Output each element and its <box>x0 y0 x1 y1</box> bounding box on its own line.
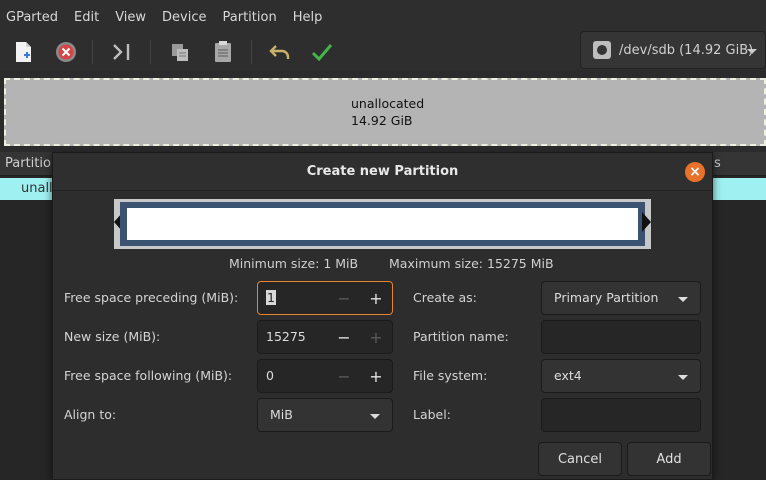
menu-help[interactable]: Help <box>293 10 323 25</box>
create-as-value: Primary Partition <box>554 290 659 305</box>
device-selector[interactable]: /dev/sdb (14.92 GiB) <box>580 31 766 69</box>
menu-view[interactable]: View <box>115 10 146 25</box>
toolbar-separator <box>150 40 151 64</box>
decrement-button[interactable]: − <box>330 284 358 312</box>
toolbar-separator <box>92 40 93 64</box>
free-following-spinbutton[interactable]: 0 − + <box>257 359 393 393</box>
apply-icon[interactable] <box>308 38 336 66</box>
add-button[interactable]: Add <box>627 442 711 476</box>
align-to-dropdown[interactable]: MiB <box>257 398 393 432</box>
delete-icon[interactable] <box>52 38 80 66</box>
align-to-value: MiB <box>270 407 293 422</box>
partition-name-input[interactable] <box>541 320 701 354</box>
file-system-label: File system: <box>413 368 488 383</box>
chevron-down-icon <box>747 49 757 54</box>
create-as-dropdown[interactable]: Primary Partition <box>541 281 701 315</box>
cancel-button[interactable]: Cancel <box>538 442 622 476</box>
free-following-label: Free space following (MiB): <box>64 368 233 383</box>
undo-icon[interactable] <box>266 38 294 66</box>
new-size-value[interactable]: 15275 <box>266 329 306 344</box>
create-partition-dialog: Create new Partition × Minimum size: 1 M… <box>52 152 713 480</box>
file-system-dropdown[interactable]: ext4 <box>541 359 701 393</box>
align-to-label: Align to: <box>64 407 117 422</box>
partition-resizer[interactable] <box>114 199 651 249</box>
row-partition-cell: unall <box>21 181 53 196</box>
menu-device[interactable]: Device <box>162 10 206 25</box>
new-size-label: New size (MiB): <box>64 329 161 344</box>
toolbar-separator <box>251 40 252 64</box>
chevron-down-icon <box>370 414 380 419</box>
partition-fill[interactable] <box>127 208 638 240</box>
copy-icon[interactable] <box>166 38 194 66</box>
free-preceding-spinbutton[interactable]: 1 − + <box>257 281 393 315</box>
close-button[interactable]: × <box>685 162 705 182</box>
resize-move-icon[interactable] <box>108 38 136 66</box>
new-size-spinbutton[interactable]: 15275 − + <box>257 320 393 354</box>
right-handle-icon[interactable] <box>642 212 651 232</box>
increment-button[interactable]: + <box>362 284 390 312</box>
chevron-down-icon <box>678 297 688 302</box>
column-header-partition[interactable]: Partitio <box>5 156 51 171</box>
menu-gparted[interactable]: GParted <box>6 10 58 25</box>
file-system-value: ext4 <box>554 368 582 383</box>
decrement-button[interactable]: − <box>330 362 358 390</box>
label-input[interactable] <box>541 398 701 432</box>
new-icon[interactable] <box>9 38 37 66</box>
free-preceding-label: Free space preceding (MiB): <box>64 290 239 305</box>
free-preceding-value[interactable]: 1 <box>266 290 276 305</box>
paste-icon[interactable] <box>209 38 237 66</box>
menu-edit[interactable]: Edit <box>74 10 99 25</box>
label-field-label: Label: <box>413 407 451 422</box>
drive-icon <box>593 41 611 59</box>
minimum-size-text: Minimum size: 1 MiB <box>229 256 359 271</box>
create-as-label: Create as: <box>413 290 477 305</box>
dialog-title: Create new Partition <box>53 153 712 191</box>
column-header-flags[interactable]: s <box>714 156 721 171</box>
free-following-value[interactable]: 0 <box>266 368 274 383</box>
chevron-down-icon <box>678 375 688 380</box>
partition-name-label: Partition name: <box>413 329 509 344</box>
close-icon: × <box>689 164 701 180</box>
partition-graph[interactable]: unallocated 14.92 GiB <box>4 78 766 146</box>
device-label: /dev/sdb (14.92 GiB) <box>619 42 754 58</box>
increment-button[interactable]: + <box>362 362 390 390</box>
graph-partition-label: unallocated <box>351 96 425 111</box>
increment-button[interactable]: + <box>362 323 390 351</box>
maximum-size-text: Maximum size: 15275 MiB <box>389 256 554 271</box>
graph-partition-size: 14.92 GiB <box>351 113 413 128</box>
menubar: GParted Edit View Device Partition Help <box>0 0 766 34</box>
menu-partition[interactable]: Partition <box>223 10 277 25</box>
decrement-button[interactable]: − <box>330 323 358 351</box>
